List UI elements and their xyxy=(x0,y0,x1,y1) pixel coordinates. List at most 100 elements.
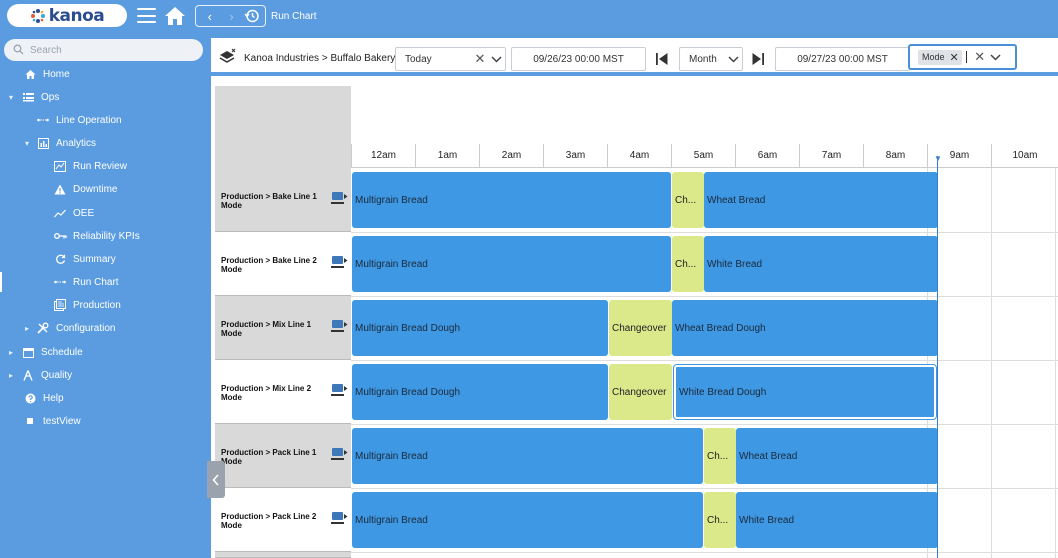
interval-select[interactable]: Month xyxy=(679,47,743,71)
grid-line xyxy=(351,296,1058,297)
hour-header: 6am xyxy=(735,144,799,168)
forward-icon[interactable]: › xyxy=(222,10,240,23)
sidebar-item-ops[interactable]: ▾ Ops xyxy=(6,87,59,107)
row-label-bake-line-1: Production > Bake Line 1 Mode xyxy=(215,168,351,232)
run-bar[interactable]: Multigrain Bread xyxy=(352,172,671,228)
production-icon xyxy=(52,299,68,311)
kanoa-logo[interactable]: kanoa xyxy=(7,4,127,27)
sidebar-item-reliability-kpis[interactable]: Reliability KPIs xyxy=(52,226,140,246)
sidebar-item-testview[interactable]: testView xyxy=(22,411,81,431)
filter-toolbar: Kanoa Industries > Buffalo Bakery Today … xyxy=(211,38,1058,76)
run-bar[interactable]: White Bread xyxy=(736,492,938,548)
start-datetime-value: 09/26/23 00:00 MST xyxy=(533,53,624,65)
chevron-down-icon[interactable] xyxy=(487,55,505,63)
start-datetime-field[interactable]: 09/26/23 00:00 MST xyxy=(511,47,646,71)
layers-icon[interactable] xyxy=(219,48,237,66)
sidebar-item-label: Run Review xyxy=(73,160,127,172)
chevron-down-icon[interactable]: ▾ xyxy=(22,139,32,148)
run-bar[interactable]: Wheat Bread xyxy=(736,428,938,484)
monitor-play-icon[interactable] xyxy=(331,383,348,397)
search-box xyxy=(4,39,203,61)
sidebar-item-schedule[interactable]: ▸ Schedule xyxy=(6,342,83,362)
clear-icon[interactable]: ✕ xyxy=(973,49,987,65)
chevron-down-icon[interactable]: ▾ xyxy=(6,93,16,102)
sidebar: Home ▾ Ops Line Operation ▾ Analytics Ru… xyxy=(0,34,211,558)
chevron-left-icon xyxy=(212,473,219,486)
run-chart-icon xyxy=(52,279,68,285)
row-label-pack-line-2: Production > Pack Line 2 Mode xyxy=(215,488,351,552)
row-label-mix-line-1: Production > Mix Line 1 Mode xyxy=(215,296,351,360)
mode-filter-select[interactable]: Mode ✕ ✕ xyxy=(908,44,1017,70)
search-icon xyxy=(13,44,24,55)
chevron-right-icon[interactable]: ▸ xyxy=(22,324,32,333)
sidebar-item-oee[interactable]: OEE xyxy=(52,203,94,223)
back-icon[interactable]: ‹ xyxy=(201,10,219,23)
chevron-right-icon[interactable]: ▸ xyxy=(6,371,16,380)
changeover-bar[interactable]: Ch... xyxy=(704,428,736,484)
range-preset-select[interactable]: Today ✕ xyxy=(395,47,506,71)
sidebar-item-label: Analytics xyxy=(56,137,97,149)
monitor-play-icon[interactable] xyxy=(331,447,348,461)
history-nav: ‹ › xyxy=(195,5,266,27)
kanoa-logo-mark-icon xyxy=(30,8,45,23)
end-datetime-field[interactable]: 09/27/23 00:00 MST xyxy=(775,47,910,71)
sidebar-item-summary[interactable]: Summary xyxy=(52,249,116,269)
sidebar-item-production[interactable]: Production xyxy=(52,295,121,315)
sidebar-item-home[interactable]: Home xyxy=(22,64,70,84)
page-title: Run Chart xyxy=(271,11,317,22)
sidebar-item-downtime[interactable]: Downtime xyxy=(52,179,117,199)
run-bar[interactable]: Multigrain Bread Dough xyxy=(352,364,608,420)
current-time-line xyxy=(937,156,938,558)
run-bar-selected[interactable]: White Bread Dough xyxy=(674,365,936,419)
changeover-bar[interactable]: Ch... xyxy=(672,236,704,292)
chevron-right-icon[interactable]: ▸ xyxy=(6,348,16,357)
changeover-bar[interactable]: Changeover xyxy=(609,364,672,420)
clear-icon[interactable]: ✕ xyxy=(473,51,487,67)
menu-icon[interactable] xyxy=(137,8,156,23)
run-bar[interactable]: Multigrain Bread xyxy=(352,492,703,548)
calendar-icon xyxy=(20,347,36,358)
hour-header: 10am xyxy=(991,144,1058,168)
sidebar-item-analytics[interactable]: ▾ Analytics xyxy=(22,133,96,153)
run-bar[interactable]: Multigrain Bread xyxy=(352,236,671,292)
help-icon xyxy=(22,393,38,404)
home-icon[interactable] xyxy=(164,5,186,27)
changeover-bar[interactable]: Ch... xyxy=(704,492,736,548)
row-label-text: Production > Pack Line 1 Mode xyxy=(221,448,317,466)
run-bar[interactable]: Wheat Bread xyxy=(704,172,938,228)
sidebar-item-configuration[interactable]: ▸ Configuration xyxy=(22,318,115,338)
sidebar-item-help[interactable]: Help xyxy=(22,388,64,408)
trend-icon xyxy=(52,209,68,218)
hour-header: 8am xyxy=(863,144,927,168)
collapse-sidebar-button[interactable] xyxy=(207,461,225,498)
monitor-play-icon[interactable] xyxy=(331,255,348,269)
run-bar[interactable]: White Bread xyxy=(704,236,938,292)
sidebar-item-label: Production xyxy=(73,299,121,311)
changeover-bar[interactable]: Changeover xyxy=(609,300,672,356)
sidebar-item-run-review[interactable]: Run Review xyxy=(52,156,127,176)
text-cursor xyxy=(965,51,967,63)
history-icon[interactable] xyxy=(244,8,260,24)
run-bar[interactable]: Multigrain Bread Dough xyxy=(352,300,608,356)
run-bar[interactable]: Multigrain Bread xyxy=(352,428,703,484)
changeover-bar[interactable]: Ch... xyxy=(672,172,704,228)
ops-icon xyxy=(20,92,36,102)
sidebar-item-label: OEE xyxy=(73,207,95,219)
skip-back-icon[interactable] xyxy=(655,52,669,66)
sidebar-item-run-chart[interactable]: Run Chart xyxy=(0,272,119,292)
sidebar-item-label: Quality xyxy=(41,369,73,381)
sidebar-item-line-operation[interactable]: Line Operation xyxy=(35,110,122,130)
monitor-play-icon[interactable] xyxy=(331,511,348,525)
skip-forward-icon[interactable] xyxy=(751,52,765,66)
search-input[interactable] xyxy=(30,41,195,59)
monitor-play-icon[interactable] xyxy=(331,319,348,333)
chevron-down-icon[interactable] xyxy=(724,55,742,63)
row-label-text: Production > Bake Line 2 Mode xyxy=(221,256,317,274)
chip-remove-icon[interactable]: ✕ xyxy=(950,51,959,64)
chevron-down-icon[interactable] xyxy=(987,53,1005,61)
monitor-play-icon[interactable] xyxy=(331,191,348,205)
run-bar[interactable]: Wheat Bread Dough xyxy=(672,300,938,356)
sidebar-item-quality[interactable]: ▸ Quality xyxy=(6,365,72,385)
row-label-text: Production > Bake Line 1 Mode xyxy=(221,192,317,210)
breadcrumb[interactable]: Kanoa Industries > Buffalo Bakery xyxy=(244,53,395,64)
